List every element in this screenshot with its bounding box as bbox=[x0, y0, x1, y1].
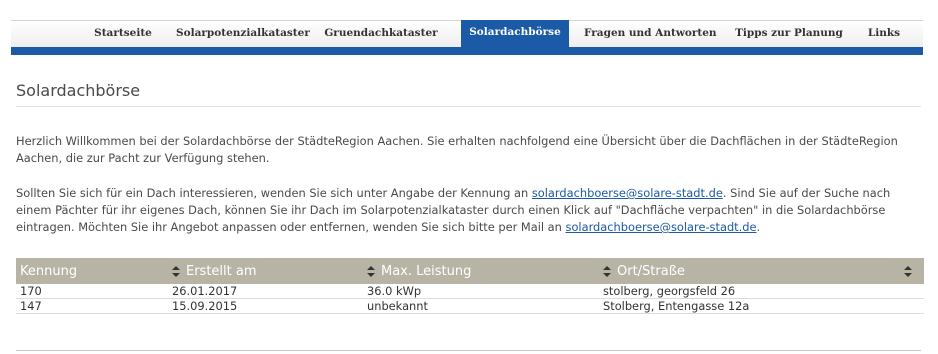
column-header-kennung[interactable]: Kennung bbox=[16, 258, 168, 284]
email-link[interactable]: solardachboerse@solare-stadt.de bbox=[532, 186, 723, 200]
cell-ort-strasse: stolberg, georgsfeld 26 bbox=[599, 284, 924, 299]
cell-erstellt-am: 26.01.2017 bbox=[168, 284, 363, 299]
email-link-2[interactable]: solardachboerse@solare-stadt.de bbox=[566, 220, 757, 234]
cell-max-leistung: unbekannt bbox=[363, 298, 599, 314]
table-row: 147 15.09.2015 unbekannt Stolberg, Enten… bbox=[16, 298, 924, 314]
cell-kennung: 147 bbox=[16, 298, 168, 314]
nav-item-solardachboerse[interactable]: Solardachbörse bbox=[461, 20, 569, 48]
nav-item-fragen-und-antworten[interactable]: Fragen und Antworten bbox=[584, 21, 717, 48]
main-navigation: Startseite Solarpotenzialkataster Gruend… bbox=[11, 20, 923, 48]
column-header-erstellt-am[interactable]: Erstellt am bbox=[168, 258, 363, 284]
intro-paragraph: Herzlich Willkommen bei der Solardachbör… bbox=[16, 134, 898, 165]
nav-item-startseite[interactable]: Startseite bbox=[88, 21, 158, 48]
contact-paragraph: Sollten Sie sich für ein Dach interessie… bbox=[16, 185, 926, 236]
column-header-ort-strasse[interactable]: Ort/Straße bbox=[599, 258, 924, 284]
cell-erstellt-am: 15.09.2015 bbox=[168, 298, 363, 314]
column-header-label: Erstellt am bbox=[186, 263, 257, 279]
sort-icon[interactable] bbox=[904, 266, 912, 277]
sort-icon[interactable] bbox=[603, 265, 611, 277]
bottom-divider bbox=[16, 350, 921, 351]
cell-kennung: 170 bbox=[16, 284, 168, 299]
nav-item-links[interactable]: Links bbox=[863, 21, 905, 48]
roof-offers-table: Kennung Erstellt am Max. Leistung Ort/St… bbox=[16, 258, 924, 314]
cell-max-leistung: 36.0 kWp bbox=[363, 284, 599, 299]
nav-item-tipps-zur-planung[interactable]: Tipps zur Planung bbox=[734, 21, 844, 48]
sort-icon[interactable] bbox=[172, 265, 180, 277]
table-header-row: Kennung Erstellt am Max. Leistung Ort/St… bbox=[16, 258, 924, 284]
contact-text-pre: Sollten Sie sich für ein Dach interessie… bbox=[16, 186, 532, 200]
contact-text-post: . bbox=[756, 220, 761, 234]
column-header-label: Max. Leistung bbox=[381, 263, 472, 279]
table-row: 170 26.01.2017 36.0 kWp stolberg, georgs… bbox=[16, 284, 924, 299]
nav-item-gruendachkataster[interactable]: Gruendachkataster bbox=[322, 21, 440, 48]
column-header-max-leistung[interactable]: Max. Leistung bbox=[363, 258, 599, 284]
column-header-label: Kennung bbox=[20, 263, 78, 279]
sort-icon[interactable] bbox=[367, 265, 375, 277]
nav-stripe bbox=[11, 47, 923, 55]
cell-ort-strasse: Stolberg, Entengasse 12a bbox=[599, 298, 924, 314]
nav-item-solarpotenzialkataster[interactable]: Solarpotenzialkataster bbox=[176, 21, 310, 48]
column-header-label: Ort/Straße bbox=[617, 263, 685, 279]
page-title: Solardachbörse bbox=[16, 81, 141, 100]
title-divider bbox=[16, 106, 921, 107]
